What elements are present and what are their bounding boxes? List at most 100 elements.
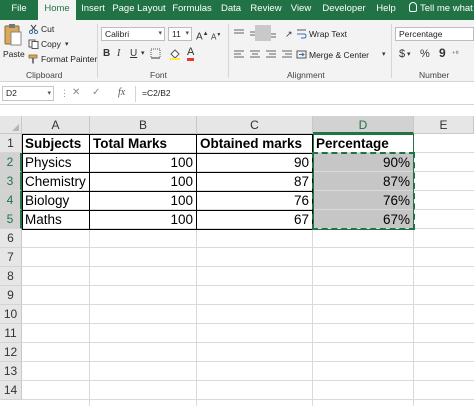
bold-button[interactable]: B xyxy=(103,48,110,60)
orientation-icon[interactable]: ↗ xyxy=(285,28,293,40)
tell-me-box[interactable]: Tell me what y xyxy=(409,0,474,20)
tab-insert[interactable]: Insert xyxy=(78,0,108,20)
column-header-d[interactable]: D xyxy=(313,116,414,134)
tab-help[interactable]: Help xyxy=(374,0,398,20)
row-header-1[interactable]: 1 xyxy=(0,134,22,153)
cell-c1[interactable]: Obtained marks xyxy=(197,134,313,153)
cell-a1[interactable]: Subjects xyxy=(22,134,90,153)
horizontal-align-icons[interactable] xyxy=(233,49,293,60)
worksheet-grid: A B C D E 1 2 3 4 5 6 7 8 9 10 11 12 13 … xyxy=(0,116,474,406)
cell-b3[interactable]: 100 xyxy=(90,172,197,191)
cell-c2[interactable]: 90 xyxy=(197,153,313,172)
increase-decimal-icon[interactable]: ⁺⁰ xyxy=(452,49,459,61)
row-header-7[interactable]: 7 xyxy=(0,248,22,267)
tab-home[interactable]: Home xyxy=(38,0,76,20)
font-color-icon: A xyxy=(187,46,195,61)
column-header-c[interactable]: C xyxy=(197,116,313,134)
currency-button[interactable]: $ xyxy=(399,48,405,60)
merge-dropdown-icon[interactable]: ▾ xyxy=(382,49,386,61)
row-header-14[interactable]: 14 xyxy=(0,381,22,400)
format-painter-icon xyxy=(28,54,38,64)
formula-input[interactable]: =C2/B2 xyxy=(135,86,474,102)
select-all-button[interactable] xyxy=(0,116,22,134)
font-name-select[interactable]: Calibri ▾ xyxy=(101,27,165,41)
font-size-select[interactable]: 11 ▾ xyxy=(168,27,192,41)
cell-d4[interactable]: 76% xyxy=(313,191,414,210)
decrease-font-button[interactable]: A▼ xyxy=(211,29,221,44)
cell-d3[interactable]: 87% xyxy=(313,172,414,191)
scissors-icon xyxy=(28,24,39,34)
cell-c4[interactable]: 76 xyxy=(197,191,313,210)
number-format-select[interactable]: Percentage xyxy=(395,27,474,41)
merge-center-button[interactable]: Merge & Center xyxy=(309,50,369,60)
paste-label: Paste xyxy=(3,49,25,59)
row-header-6[interactable]: 6 xyxy=(0,229,22,248)
clipboard-group-label: Clipboard xyxy=(26,70,63,80)
row-header-11[interactable]: 11 xyxy=(0,324,22,343)
chevron-down-icon: ▾ xyxy=(158,30,162,37)
row-header-12[interactable]: 12 xyxy=(0,343,22,362)
tab-formulas[interactable]: Formulas xyxy=(170,0,214,20)
row-header-3[interactable]: 3 xyxy=(0,172,22,191)
underline-dropdown-icon[interactable]: ▾ xyxy=(141,48,145,60)
cell-d5[interactable]: 67% xyxy=(313,210,414,229)
fill-color-icon[interactable] xyxy=(169,48,181,60)
cell-b5[interactable]: 100 xyxy=(90,210,197,229)
column-header-e[interactable]: E xyxy=(414,116,474,134)
font-color-button[interactable]: A xyxy=(187,46,195,61)
column-header-a[interactable]: A xyxy=(22,116,90,134)
cell-b2[interactable]: 100 xyxy=(90,153,197,172)
row-header-10[interactable]: 10 xyxy=(0,305,22,324)
cell-c3[interactable]: 87 xyxy=(197,172,313,191)
wrap-text-button[interactable]: Wrap Text xyxy=(309,29,347,39)
tab-review[interactable]: Review xyxy=(249,0,283,20)
cell-a4[interactable]: Biology xyxy=(22,191,90,210)
copy-button[interactable]: Copy xyxy=(41,39,61,49)
clipboard-icon xyxy=(4,24,22,46)
percent-button[interactable]: % xyxy=(420,48,430,60)
cancel-icon[interactable]: ✕ xyxy=(72,87,80,98)
cell-a5[interactable]: Maths xyxy=(22,210,90,229)
borders-icon[interactable] xyxy=(150,48,161,59)
cell-a3[interactable]: Chemistry xyxy=(22,172,90,191)
merge-center-icon xyxy=(296,50,307,59)
wrap-text-icon xyxy=(297,29,307,39)
tab-page-layout[interactable]: Page Layout xyxy=(111,0,167,20)
increase-font-button[interactable]: A▲ xyxy=(196,28,209,43)
tab-file[interactable]: File xyxy=(4,0,34,20)
currency-dropdown-icon[interactable]: ▾ xyxy=(407,49,411,61)
underline-button[interactable]: U xyxy=(130,48,137,60)
name-box[interactable]: D2 ▾ xyxy=(2,86,54,101)
chevron-down-icon: ▾ xyxy=(47,90,51,97)
cell-b4[interactable]: 100 xyxy=(90,191,197,210)
copy-dropdown-icon[interactable]: ▾ xyxy=(65,39,69,51)
row-header-9[interactable]: 9 xyxy=(0,286,22,305)
middle-align-selected[interactable] xyxy=(255,25,271,41)
row-header-13[interactable]: 13 xyxy=(0,362,22,381)
name-box-value: D2 xyxy=(6,88,17,98)
row-header-2[interactable]: 2 xyxy=(0,153,22,172)
chevron-down-icon: ▾ xyxy=(185,30,189,37)
cell-d2[interactable]: 90% xyxy=(313,153,414,172)
column-header-b[interactable]: B xyxy=(90,116,197,134)
italic-button[interactable]: I xyxy=(117,48,120,60)
cut-button[interactable]: Cut xyxy=(41,24,54,34)
comma-style-button[interactable]: 9 xyxy=(439,47,446,59)
row-header-4[interactable]: 4 xyxy=(0,191,22,210)
cell-a2[interactable]: Physics xyxy=(22,153,90,172)
tab-developer[interactable]: Developer xyxy=(320,0,368,20)
group-divider xyxy=(228,24,229,78)
tab-data[interactable]: Data xyxy=(218,0,244,20)
enter-icon[interactable]: ✓ xyxy=(92,87,100,98)
group-divider xyxy=(391,24,392,78)
paste-button[interactable]: Paste xyxy=(2,23,25,67)
row-header-8[interactable]: 8 xyxy=(0,267,22,286)
cell-d1[interactable]: Percentage xyxy=(313,134,414,153)
cell-b1[interactable]: Total Marks xyxy=(90,134,197,153)
cell-c5[interactable]: 67 xyxy=(197,210,313,229)
insert-function-button[interactable]: fx xyxy=(118,87,125,98)
row-header-5[interactable]: 5 xyxy=(0,210,22,229)
lightbulb-icon xyxy=(409,2,417,12)
tab-view[interactable]: View xyxy=(287,0,315,20)
format-painter-button[interactable]: Format Painter xyxy=(41,54,97,64)
